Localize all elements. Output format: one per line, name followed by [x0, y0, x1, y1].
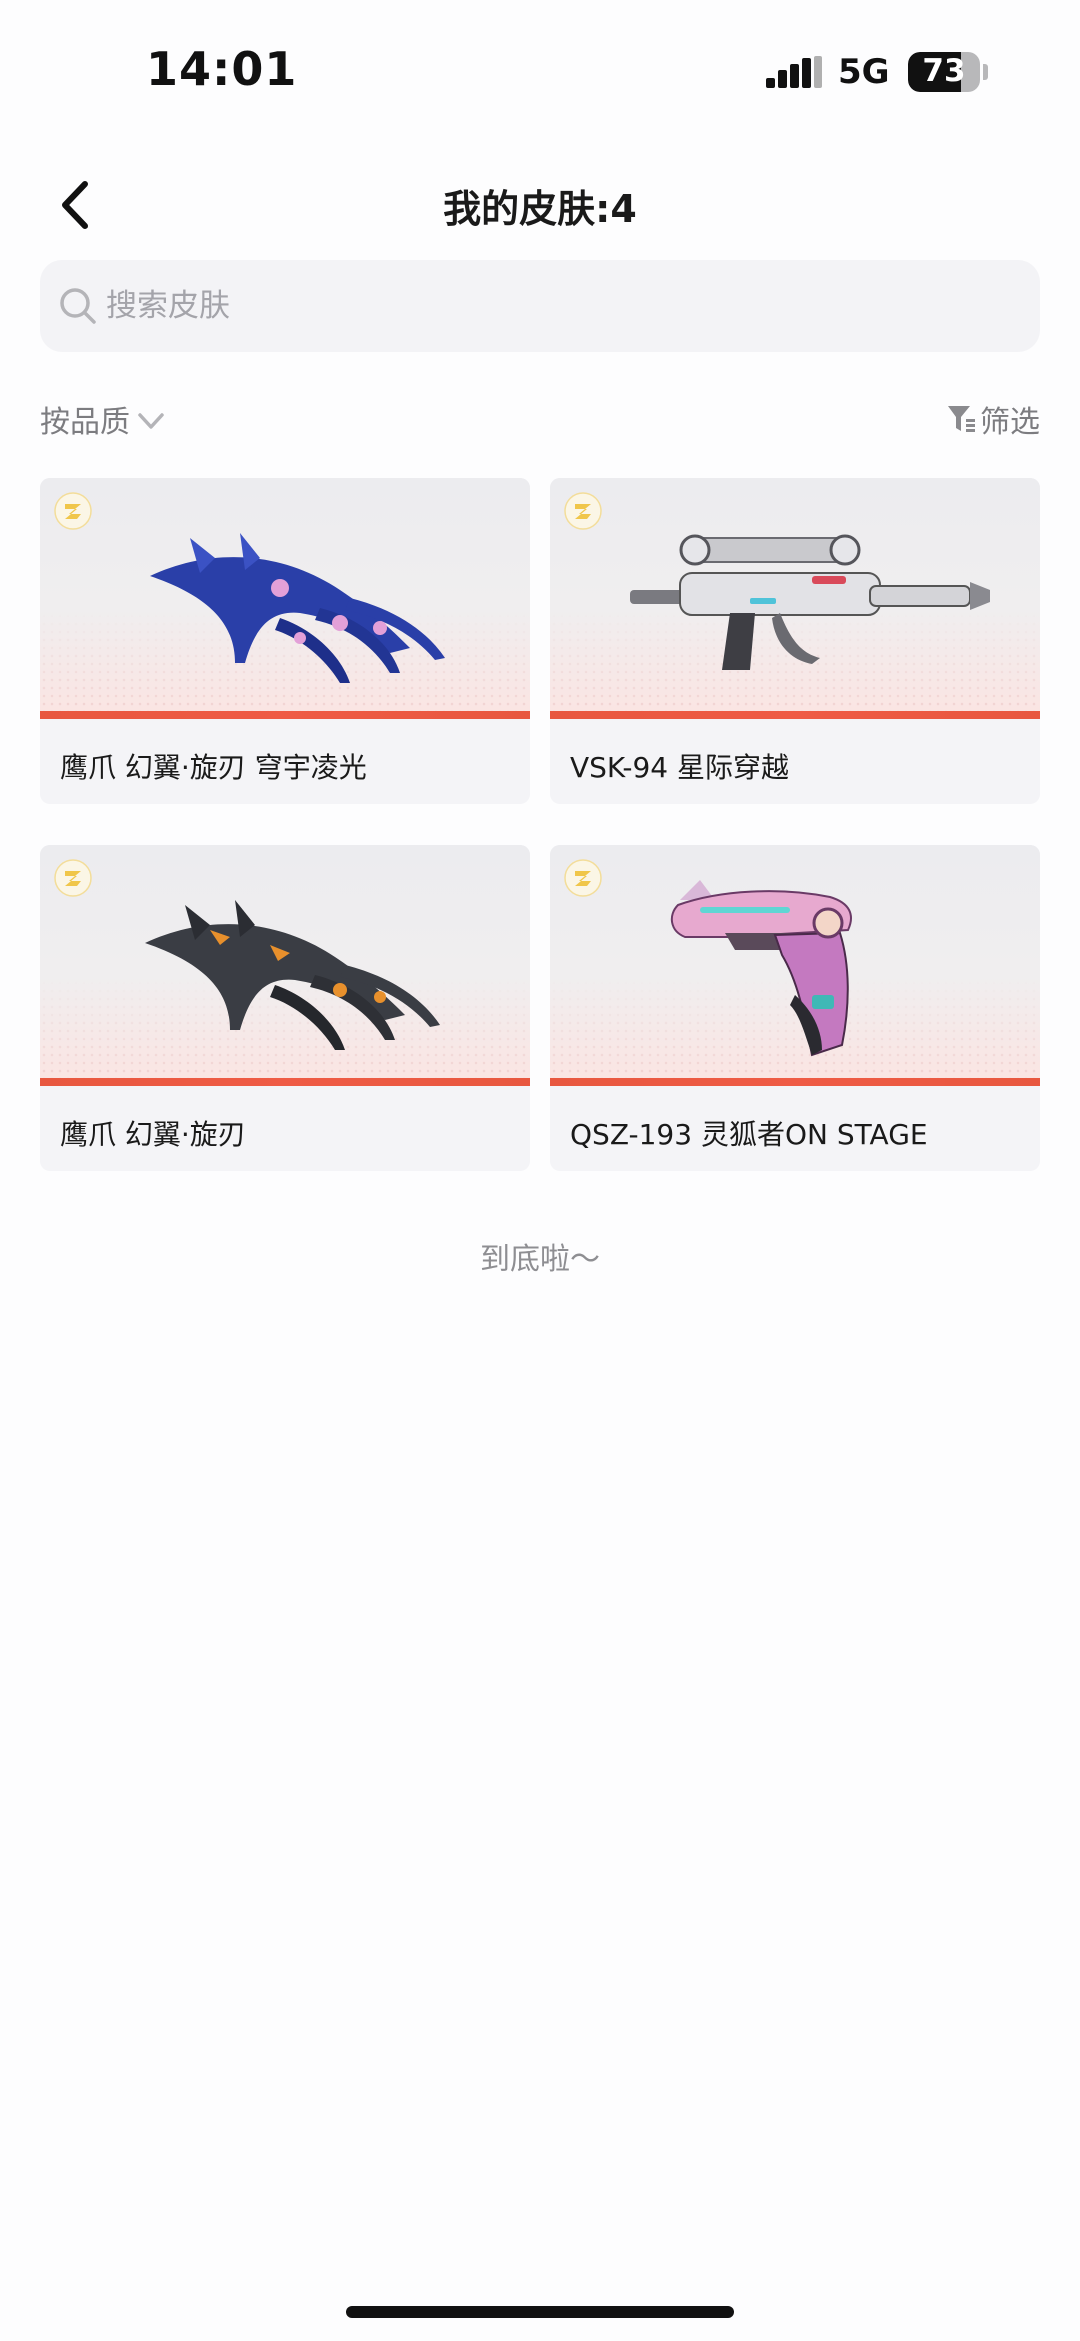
filter-icon [948, 406, 975, 432]
skin-name: QSZ-193 灵狐者ON STAGE [570, 1118, 928, 1151]
sort-by-quality-dropdown[interactable]: 按品质 [40, 396, 166, 442]
list-end-text: 到底啦～ [480, 1242, 600, 1277]
status-time: 14:01 [146, 42, 298, 96]
skin-card[interactable]: 鹰爪 幻翼·旋刃 [40, 845, 530, 1171]
quality-badge-icon [54, 859, 92, 897]
search-input[interactable] [106, 288, 986, 324]
quality-stripe [550, 711, 1040, 719]
chevron-down-icon [138, 413, 164, 429]
nav-bar: 我的皮肤:4 [0, 160, 1080, 248]
search-box[interactable] [40, 260, 1040, 352]
quality-badge-icon [564, 492, 602, 530]
battery-icon: 73 [908, 52, 980, 92]
quality-badge-icon [54, 492, 92, 530]
skin-name: 鹰爪 幻翼·旋刃 [60, 1118, 246, 1151]
claw-blue-icon [150, 533, 445, 683]
search-icon [60, 288, 96, 324]
quality-badge-icon [564, 859, 602, 897]
quality-stripe [40, 711, 530, 719]
filter-button[interactable]: 筛选 [946, 396, 1040, 442]
pistol-pink-icon [670, 880, 852, 1057]
sort-label: 按品质 [40, 405, 130, 440]
skin-card[interactable]: VSK-94 星际穿越 [550, 478, 1040, 804]
quality-stripe [40, 1078, 530, 1086]
network-type: 5G [838, 52, 890, 92]
rifle-white-icon [630, 534, 990, 670]
quality-stripe [550, 1078, 1040, 1086]
battery-nub [983, 64, 988, 80]
skin-name: 鹰爪 幻翼·旋刃 穹宇凌光 [60, 751, 367, 784]
home-indicator[interactable] [346, 2306, 734, 2318]
claw-dark-icon [145, 900, 440, 1050]
filter-label: 筛选 [980, 405, 1040, 440]
skin-card[interactable]: 鹰爪 幻翼·旋刃 穹宇凌光 [40, 478, 530, 804]
battery-level: 73 [922, 53, 966, 89]
status-bar: 14:01 5G 73 [0, 0, 1080, 150]
skin-name: VSK-94 星际穿越 [570, 751, 789, 784]
skin-card[interactable]: QSZ-193 灵狐者ON STAGE [550, 845, 1040, 1171]
signal-strength-icon [766, 56, 822, 88]
page-title: 我的皮肤:4 [443, 187, 637, 231]
